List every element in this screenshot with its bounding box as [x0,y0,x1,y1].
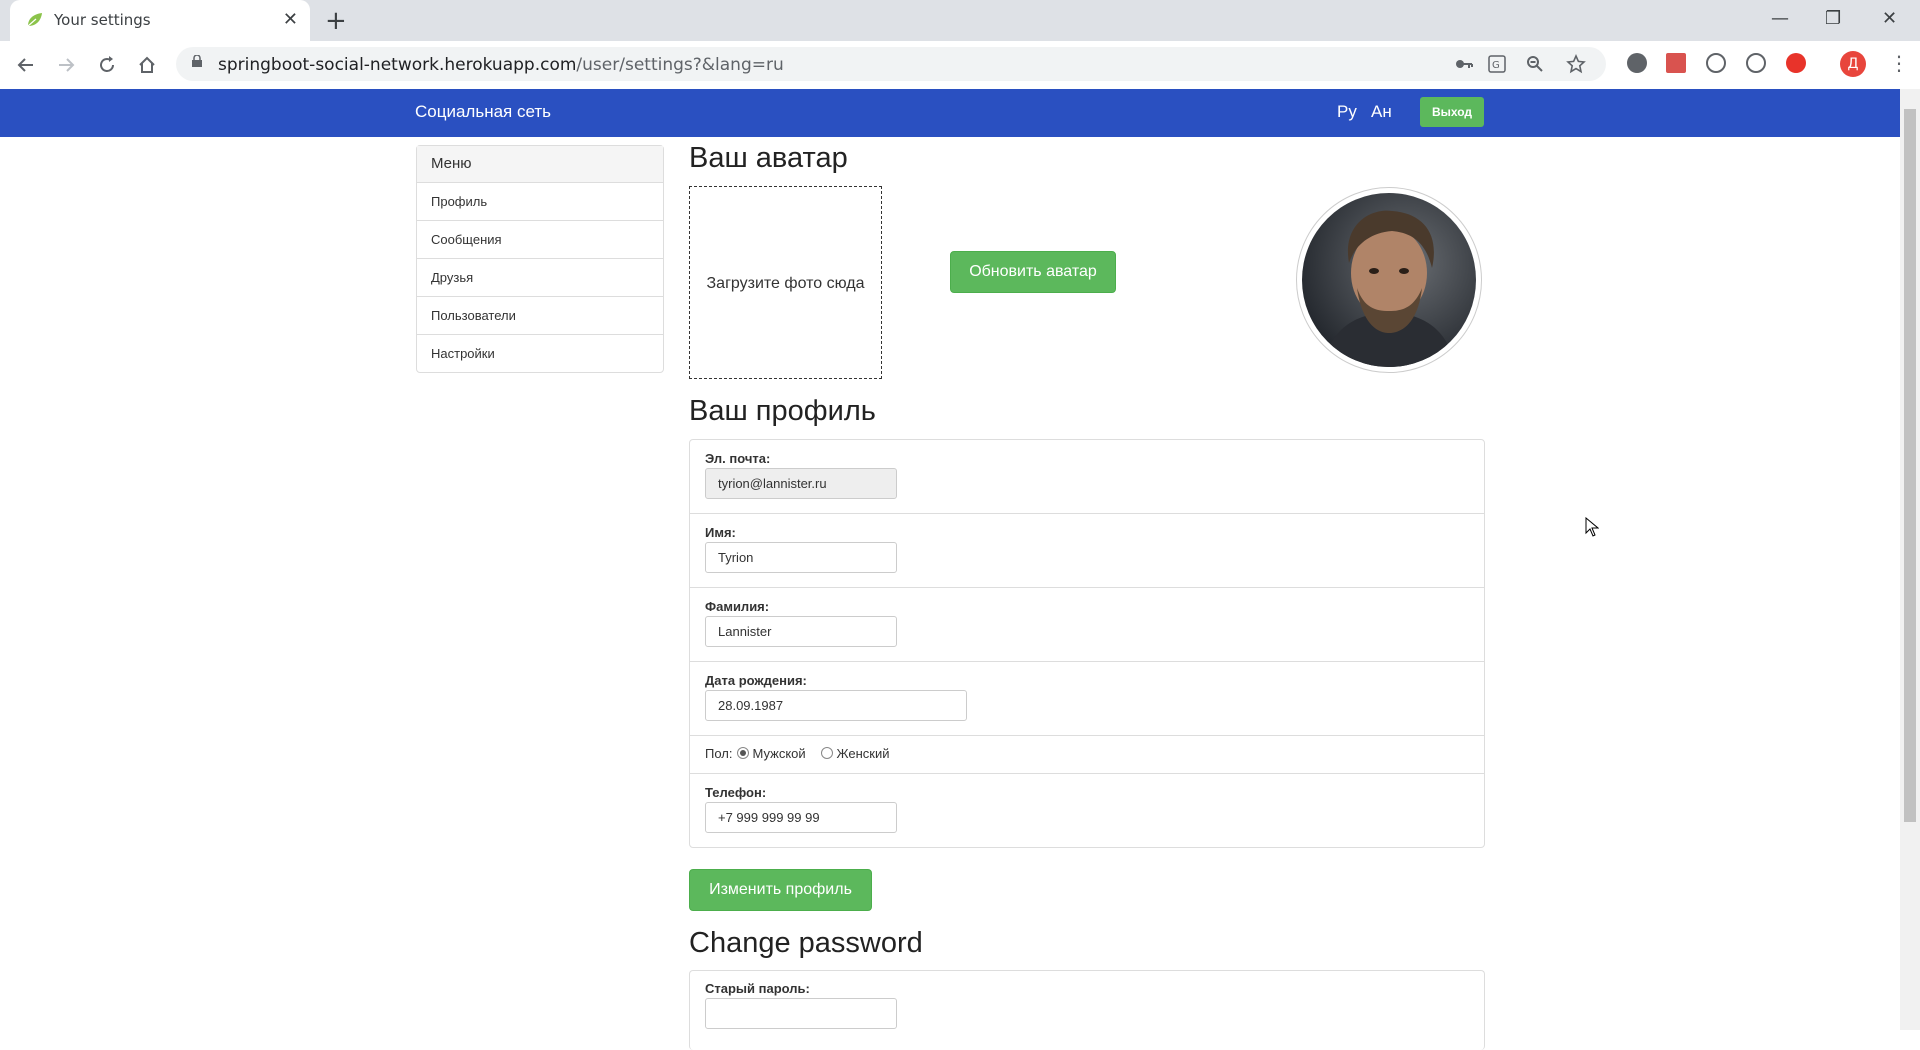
menu-kebab-icon[interactable]: ⋮ [1889,51,1909,75]
lang-ru-link[interactable]: Ру [1337,102,1357,122]
birthdate-label: Дата рождения: [705,673,807,688]
url-text: springboot-social-network.herokuapp.com/… [218,55,784,75]
extension-circle-icon[interactable] [1627,53,1647,73]
email-label: Эл. почта: [705,451,771,466]
translate-icon[interactable]: G [1488,55,1506,73]
sidebar-item-friends[interactable]: Друзья [417,259,663,297]
browser-tab[interactable]: Your settings ✕ [10,0,310,41]
svg-text:G: G [1492,60,1500,71]
home-icon[interactable] [137,55,157,75]
old-password-label: Старый пароль: [705,981,810,996]
gender-male-label[interactable]: Мужской [753,746,806,761]
gender-group: Пол: Мужской Женский [705,746,889,761]
address-bar[interactable]: springboot-social-network.herokuapp.com/… [176,47,1606,81]
name-label: Имя: [705,525,736,540]
bookmark-star-icon[interactable] [1566,54,1586,74]
url-host: springboot-social-network.herokuapp.com [218,55,577,75]
avatar-photo [1302,193,1476,367]
tab-close-icon[interactable]: ✕ [283,9,298,30]
site-brand[interactable]: Социальная сеть [415,102,551,122]
close-window-button[interactable]: ✕ [1882,8,1897,29]
gender-male-radio[interactable] [736,747,749,759]
name-field[interactable]: Tyrion [705,542,897,573]
scrollbar-thumb[interactable] [1904,109,1916,822]
update-avatar-button[interactable]: Обновить аватар [950,251,1116,293]
avatar-dropzone[interactable]: Загрузите фото сюда [689,186,882,379]
code-extension-icon[interactable] [1706,53,1726,73]
password-form: Старый пароль: [689,970,1485,1050]
maximize-button[interactable]: ❐ [1825,8,1841,29]
new-tab-button[interactable]: + [325,6,347,36]
lang-en-link[interactable]: Ан [1371,102,1392,122]
name-row: Имя: Tyrion [690,514,1484,588]
pdf-extension-icon[interactable] [1666,53,1686,73]
key-icon[interactable] [1455,56,1473,72]
sidebar-item-users[interactable]: Пользователи [417,297,663,335]
forward-icon[interactable] [56,55,76,75]
avatar-frame [1296,187,1482,373]
browser-tabstrip: Your settings ✕ + — ❐ ✕ [0,0,1920,41]
gender-female-radio[interactable] [820,747,833,759]
mouse-cursor-icon [1585,517,1599,537]
old-password-field[interactable] [705,998,897,1029]
profile-form: Эл. почта: tyrion@lannister.ru Имя: Tyri… [689,439,1485,848]
surname-row: Фамилия: Lannister [690,588,1484,662]
logout-button[interactable]: Выход [1420,97,1484,127]
birthdate-field[interactable]: 28.09.1987 [705,690,967,721]
tab-title: Your settings [54,11,151,29]
browser-toolbar: springboot-social-network.herokuapp.com/… [0,41,1920,90]
globe-extension-icon[interactable] [1746,53,1766,73]
email-field[interactable]: tyrion@lannister.ru [705,468,897,499]
lock-icon [192,55,202,67]
surname-field[interactable]: Lannister [705,616,897,647]
avatar-heading: Ваш аватар [689,142,848,174]
phone-row: Телефон: +7 999 999 99 99 [690,774,1484,847]
sidebar-menu: Меню Профиль Сообщения Друзья Пользовате… [416,145,664,373]
surname-label: Фамилия: [705,599,770,614]
profile-heading: Ваш профиль [689,395,876,427]
password-heading: Change password [689,927,923,959]
leaf-icon [27,13,42,27]
minimize-button[interactable]: — [1771,8,1789,29]
phone-label: Телефон: [705,785,767,800]
reload-icon[interactable] [97,55,117,75]
sidebar-menu-title: Меню [417,146,663,183]
sidebar-item-profile[interactable]: Профиль [417,183,663,221]
phone-field[interactable]: +7 999 999 99 99 [705,802,897,833]
adblock-icon[interactable] [1786,53,1806,73]
email-row: Эл. почта: tyrion@lannister.ru [690,440,1484,514]
gender-label: Пол: [705,746,733,761]
gender-female-label[interactable]: Женский [837,746,890,761]
gender-row: Пол: Мужской Женский [690,736,1484,774]
sidebar-item-settings[interactable]: Настройки [417,335,663,372]
profile-avatar[interactable]: Д [1840,51,1866,77]
back-icon[interactable] [16,55,36,75]
birthdate-row: Дата рождения: 28.09.1987 [690,662,1484,736]
sidebar-item-messages[interactable]: Сообщения [417,221,663,259]
page-scrollbar[interactable] [1900,89,1920,1030]
site-navbar: Социальная сеть Ру Ан Выход [0,89,1900,137]
url-path: /user/settings?&lang=ru [576,55,784,75]
zoom-icon[interactable] [1526,55,1544,73]
update-profile-button[interactable]: Изменить профиль [689,869,872,911]
